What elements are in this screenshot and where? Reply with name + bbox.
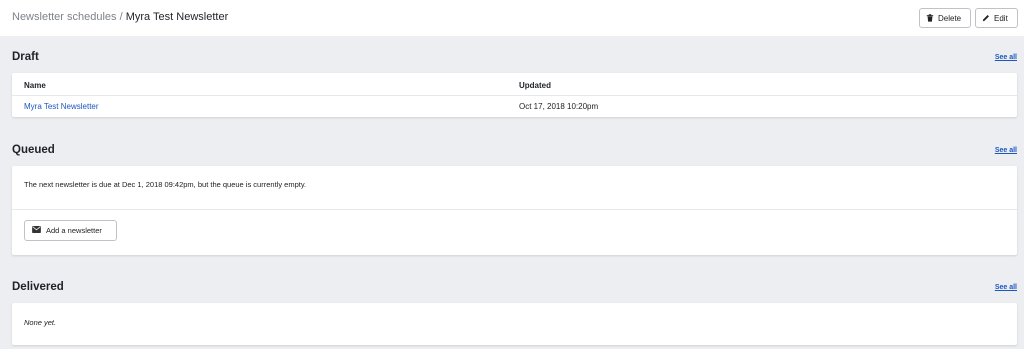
draft-see-all-link[interactable]: See all <box>995 54 1017 61</box>
queued-section-title: Queued <box>12 144 55 156</box>
delete-button-label: Delete <box>938 13 962 23</box>
top-bar: Newsletter schedules / Myra Test Newslet… <box>0 0 1024 36</box>
delivered-section-title: Delivered <box>12 281 64 293</box>
breadcrumb-current: Myra Test Newsletter <box>125 11 229 23</box>
row-divider <box>12 95 1017 96</box>
breadcrumb: Newsletter schedules / Myra Test Newslet… <box>12 11 228 23</box>
envelope-icon <box>32 226 41 235</box>
edit-button-label: Edit <box>994 13 1008 23</box>
add-newsletter-label: Add a newsletter <box>46 226 102 235</box>
section-divider <box>12 209 1017 210</box>
queue-status-message: The next newsletter is due at Dec 1, 201… <box>24 180 307 189</box>
delete-button[interactable]: Delete <box>919 8 971 28</box>
breadcrumb-parent-link[interactable]: Newsletter schedules <box>12 11 117 23</box>
delivered-empty-text: None yet. <box>24 318 57 327</box>
draft-name-link[interactable]: Myra Test Newsletter <box>24 102 99 111</box>
draft-card: Name Updated Myra Test Newsletter Oct 17… <box>12 73 1017 117</box>
draft-updated-value: Oct 17, 2018 10:20pm <box>519 102 599 111</box>
column-header-updated: Updated <box>519 81 551 90</box>
queued-card: The next newsletter is due at Dec 1, 201… <box>12 166 1017 255</box>
pencil-icon <box>982 14 990 22</box>
draft-section-title: Draft <box>12 51 39 63</box>
delivered-card: None yet. <box>12 303 1017 345</box>
delivered-see-all-link[interactable]: See all <box>995 284 1017 291</box>
breadcrumb-separator: / <box>116 11 126 23</box>
column-header-name: Name <box>24 81 46 90</box>
edit-button[interactable]: Edit <box>975 8 1018 28</box>
add-newsletter-button[interactable]: Add a newsletter <box>24 220 117 241</box>
trash-icon <box>926 14 934 22</box>
queued-see-all-link[interactable]: See all <box>995 147 1017 154</box>
